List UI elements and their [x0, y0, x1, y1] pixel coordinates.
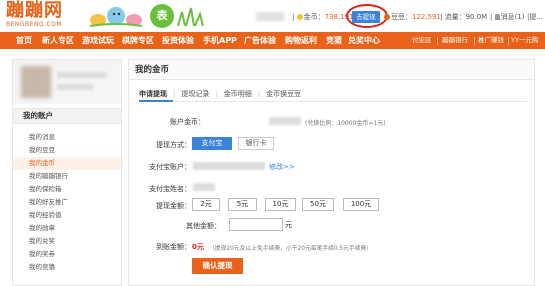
other-amount-input[interactable]: [229, 218, 283, 231]
arrival-label: 到账金额：: [156, 243, 191, 251]
cartoon-decoration-icon: [89, 7, 143, 27]
nav-divider: [474, 37, 475, 45]
nav-divider: [508, 37, 509, 45]
tab-bar: 申请提现 | 提现记录 | 金币明细 | 金币换豆豆: [139, 88, 301, 100]
bell-icon: [494, 14, 500, 20]
logo-domain: BENGBENG.COM: [6, 21, 63, 28]
sidebar-item-tickets[interactable]: 我的奖券: [13, 248, 121, 261]
top-bar: 蹦蹦网 BENGBENG.COM 表 | 金币：738,191 去提现 豆豆：1…: [0, 0, 545, 32]
nav-divider: [437, 37, 438, 45]
separator: |: [292, 13, 295, 21]
amount-label: 提现金额：: [156, 202, 191, 210]
amount-option-100[interactable]: 100元: [343, 198, 379, 211]
nav-invest[interactable]: 投资体验: [162, 32, 194, 49]
alipay-name-label: 支付宝姓名：: [149, 185, 191, 193]
sidebar-item-experience[interactable]: 我的经验值: [13, 209, 121, 222]
coins-info: | 金币：738,191: [292, 12, 354, 22]
exchange-ratio-note: (兑换比例：10000金币=1元): [305, 120, 386, 127]
amount-option-5[interactable]: 5元: [228, 198, 257, 211]
nav-shopping-rebate[interactable]: 购物返利: [285, 32, 317, 49]
nav-yy-buy[interactable]: YY一元购: [511, 32, 538, 49]
tab-coins-to-beans[interactable]: 金币换豆豆: [266, 88, 301, 100]
site-logo[interactable]: 蹦蹦网 BENGBENG.COM: [6, 0, 63, 29]
bank-card-option[interactable]: 银行卡: [238, 137, 274, 150]
other-amount-label: 其他金额：: [186, 222, 221, 230]
tab-divider: |: [173, 90, 176, 98]
traffic-label: 流量：: [444, 13, 466, 21]
arrival-value: 0元: [192, 243, 204, 251]
confirm-withdraw-button[interactable]: 确认提现: [192, 258, 243, 274]
active-tab-indicator: [139, 100, 173, 102]
fee-note: （提现20元及以上免手续费，小于20元每笔手续0.5元手续费）: [209, 246, 373, 252]
withdraw-button[interactable]: 去提现: [352, 11, 380, 23]
nav-ad-trial[interactable]: 广告体验: [244, 32, 276, 49]
alipay-name-value-blurred: [193, 183, 215, 191]
nav-chess[interactable]: 棋牌专区: [122, 32, 154, 49]
messages-link[interactable]: | 消息(1): [490, 12, 525, 22]
traffic-info: | 流量：90.0M: [440, 12, 487, 22]
amount-option-50[interactable]: 50元: [302, 198, 334, 211]
traffic-value: 90.0M: [465, 13, 488, 21]
coin-icon: [296, 14, 303, 20]
sidebar-item-messages[interactable]: 我的消息: [13, 131, 121, 144]
extra-link[interactable]: |提...: [527, 12, 543, 22]
sidebar-item-promotion[interactable]: 我的好友推广: [13, 196, 121, 209]
page-title: 我的金币: [129, 60, 534, 80]
nav-newbie[interactable]: 新人专区: [42, 32, 74, 49]
main-nav: 首页 新人专区 游戏试玩 棋牌专区 投资体验 手机APP 广告体验 购物返利 竞…: [0, 32, 545, 49]
sidebar-item-coins[interactable]: 我的金币: [13, 157, 121, 170]
nav-promote[interactable]: 推广赚钱: [478, 32, 504, 49]
account-coins-label: 账户金币：: [170, 118, 205, 126]
tab-apply-withdraw[interactable]: 申请提现: [139, 88, 167, 100]
avatar[interactable]: [21, 66, 51, 98]
nav-bank[interactable]: 蹦蹦银行: [442, 32, 468, 49]
account-sidebar: 我的账户 我的消息 我的豆豆 我的金币 我的蹦蹦银行 我的保险箱 我的好友推广 …: [12, 59, 122, 286]
tab-coin-details[interactable]: 金币明细: [224, 88, 252, 100]
account-coins-value-blurred: [269, 117, 301, 125]
beans-value: 122,591: [412, 13, 441, 21]
sidebar-item-beans[interactable]: 我的豆豆: [13, 144, 121, 157]
amount-option-2[interactable]: 2元: [192, 198, 220, 211]
alipay-account-label: 支付宝账户：: [149, 163, 191, 171]
bean-icon: [384, 14, 390, 20]
season-badge: 表: [150, 4, 174, 28]
sidebar-title: 我的账户: [13, 108, 121, 124]
sidebar-item-guess[interactable]: 我的竞猜: [13, 261, 121, 274]
sidebar-item-safe[interactable]: 我的保险箱: [13, 183, 121, 196]
tab-divider: |: [215, 90, 218, 98]
nav-guess[interactable]: 竞猜: [326, 32, 342, 49]
method-label: 提现方式：: [156, 141, 191, 149]
sidebar-item-bank[interactable]: 我的蹦蹦银行: [13, 170, 121, 183]
nav-home[interactable]: 首页: [16, 32, 32, 49]
modify-link[interactable]: 修改>>: [269, 162, 295, 172]
amount-option-10[interactable]: 10元: [265, 198, 296, 211]
separator: |: [490, 13, 493, 21]
messages-label: 消息(1): [500, 13, 525, 21]
beans-info: 豆豆：122,591: [384, 12, 441, 22]
sidebar-item-redeem[interactable]: 我的兑奖: [13, 235, 121, 248]
grass-decoration-icon: [177, 7, 204, 26]
nav-mobile-app[interactable]: 手机APP: [203, 32, 237, 49]
amount-unit: 元: [285, 221, 292, 229]
profile-card: [13, 60, 121, 104]
nav-forum[interactable]: 讨论区: [412, 32, 432, 49]
profile-name-blurred: [57, 72, 107, 78]
coin-panel: 我的金币 申请提现 | 提现记录 | 金币明细 | 金币换豆豆 账户金币： (兑换比例：10…: [128, 59, 535, 286]
nav-game-trial[interactable]: 游戏试玩: [82, 32, 114, 49]
logo-text: 蹦蹦网: [6, 0, 63, 21]
tab-divider-line: [139, 101, 527, 102]
alipay-option[interactable]: 支付宝: [192, 137, 232, 150]
coins-label: 金币：: [303, 13, 325, 21]
tab-withdraw-records[interactable]: 提现记录: [181, 88, 209, 100]
beans-label: 豆豆：: [391, 13, 412, 21]
username-blurred[interactable]: [256, 12, 284, 21]
sidebar-item-medals[interactable]: 我的勋章: [13, 222, 121, 235]
extra-label: 提...: [529, 13, 544, 21]
tab-divider: |: [257, 90, 261, 98]
profile-detail-blurred: [57, 84, 93, 90]
nav-redeem-center[interactable]: 兑奖中心: [348, 32, 380, 49]
alipay-account-value-blurred: [193, 162, 265, 170]
separator: |: [440, 13, 443, 21]
